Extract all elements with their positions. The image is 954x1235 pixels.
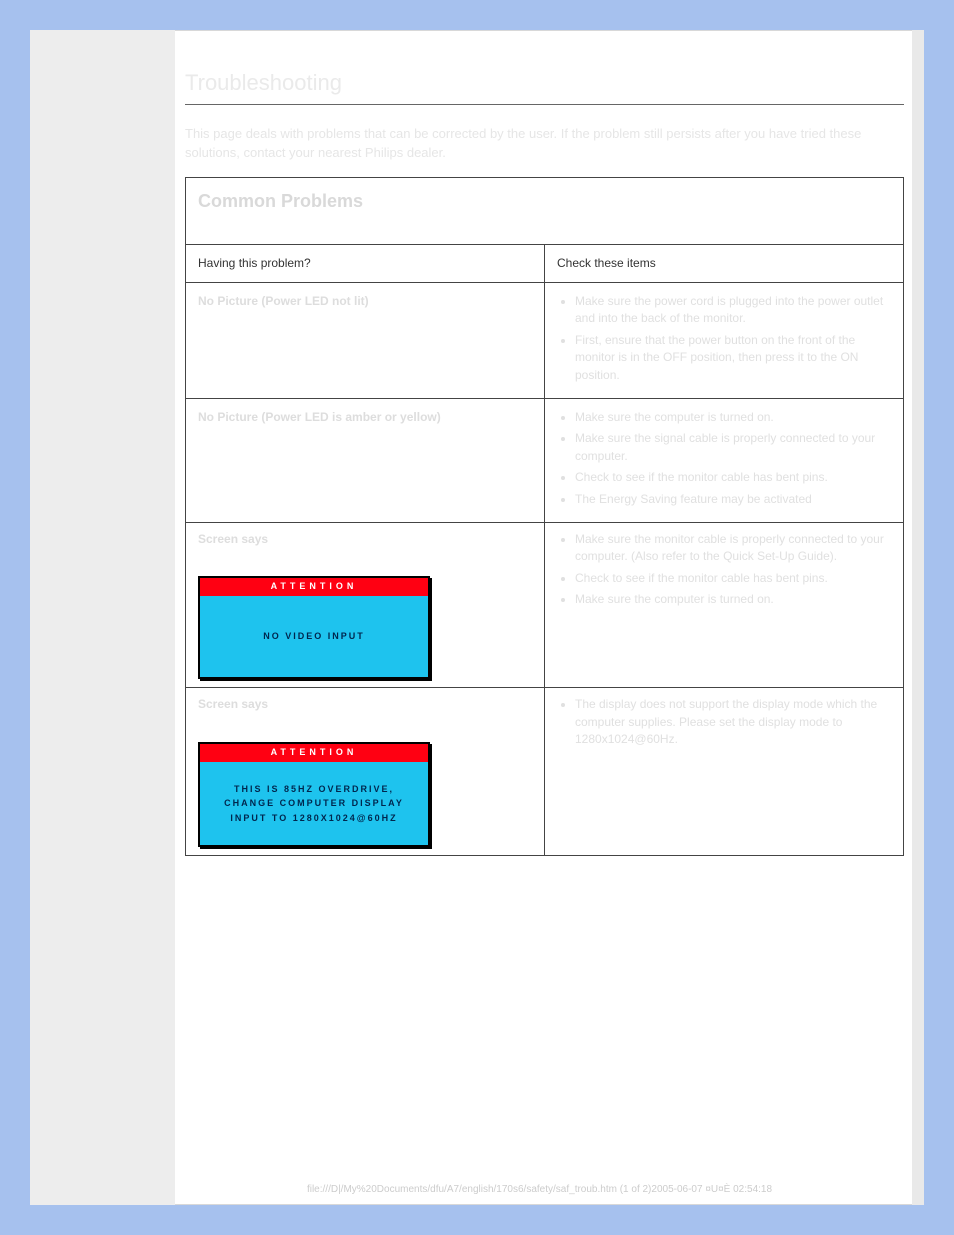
sidebar-placeholder xyxy=(30,30,175,1205)
table-row: Screen says ATTENTION NO VIDEO INPUT Mak… xyxy=(186,522,904,687)
list-item: Make sure the power cord is plugged into… xyxy=(575,293,891,328)
list-item: Make sure the signal cable is properly c… xyxy=(575,430,891,465)
osd-body: THIS IS 85HZ OVERDRIVE, CHANGE COMPUTER … xyxy=(200,762,428,845)
osd-message-no-video: ATTENTION NO VIDEO INPUT xyxy=(198,576,532,679)
page-title: Troubleshooting xyxy=(185,70,904,96)
main-content: Troubleshooting This page deals with pro… xyxy=(185,30,904,1205)
problem-text: No Picture (Power LED is amber or yellow… xyxy=(198,409,532,426)
problem-text: No Picture (Power LED not lit) xyxy=(198,293,532,310)
list-item: Make sure the computer is turned on. xyxy=(575,409,891,426)
solution-list: Make sure the computer is turned on. Mak… xyxy=(557,409,891,508)
list-item: Check to see if the monitor cable has be… xyxy=(575,570,891,587)
osd-title: ATTENTION xyxy=(200,744,428,762)
list-item: The Energy Saving feature may be activat… xyxy=(575,491,891,508)
list-item: Make sure the computer is turned on. xyxy=(575,591,891,608)
scrollbar[interactable] xyxy=(912,30,924,1205)
list-item: Check to see if the monitor cable has be… xyxy=(575,469,891,486)
table-header-check: Check these items xyxy=(545,244,904,282)
table-header-problem: Having this problem? xyxy=(186,244,545,282)
divider xyxy=(185,104,904,105)
intro-text: This page deals with problems that can b… xyxy=(185,125,904,163)
list-item: First, ensure that the power button on t… xyxy=(575,332,891,384)
table-caption: Common Problems xyxy=(198,188,891,214)
list-item: Make sure the monitor cable is properly … xyxy=(575,531,891,566)
table-row: No Picture (Power LED not lit) Make sure… xyxy=(186,283,904,399)
footer-path: file:///D|/My%20Documents/dfu/A7/english… xyxy=(307,1184,772,1195)
solution-list: Make sure the power cord is plugged into… xyxy=(557,293,891,384)
solution-list: Make sure the monitor cable is properly … xyxy=(557,531,891,609)
osd-body: NO VIDEO INPUT xyxy=(200,596,428,677)
list-item: The display does not support the display… xyxy=(575,696,891,748)
table-row: Screen says ATTENTION THIS IS 85HZ OVERD… xyxy=(186,688,904,856)
table-row: No Picture (Power LED is amber or yellow… xyxy=(186,399,904,523)
page-footer: file:///D|/My%20Documents/dfu/A7/english… xyxy=(185,1184,894,1195)
osd-message-overdrive: ATTENTION THIS IS 85HZ OVERDRIVE, CHANGE… xyxy=(198,742,532,847)
troubleshooting-table: Common Problems Having this problem? Che… xyxy=(185,177,904,856)
osd-title: ATTENTION xyxy=(200,578,428,596)
problem-text: Screen says xyxy=(198,696,532,713)
problem-text: Screen says xyxy=(198,531,532,548)
solution-list: The display does not support the display… xyxy=(557,696,891,748)
document-page: Troubleshooting This page deals with pro… xyxy=(30,30,924,1205)
